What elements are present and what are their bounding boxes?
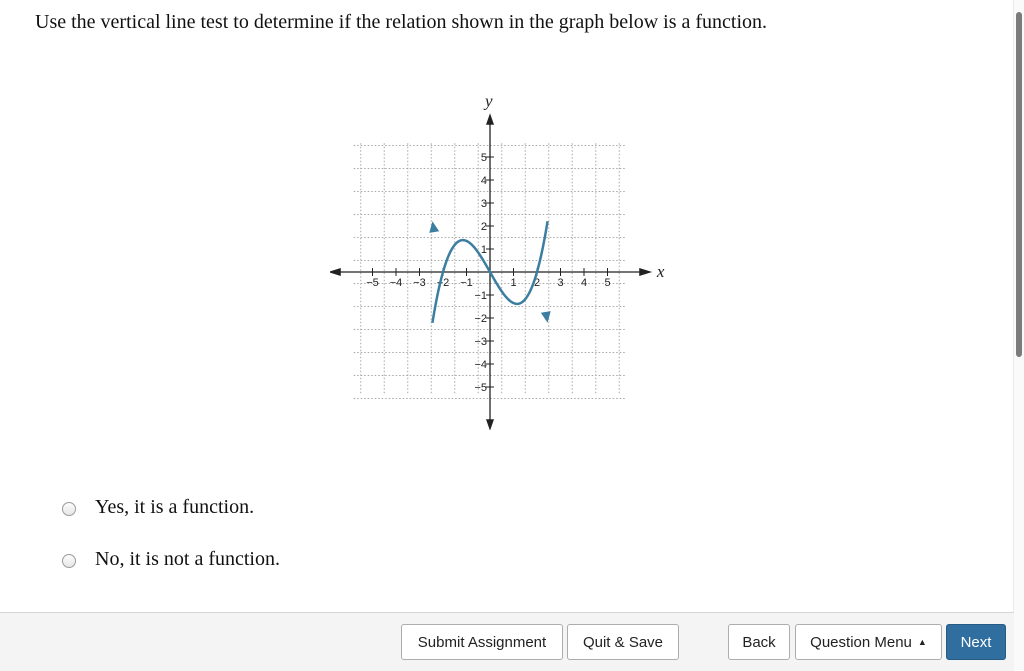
- x-tick-label: 3: [557, 277, 563, 289]
- y-tick-label: 3: [481, 198, 487, 210]
- curve-arrow-down: [429, 221, 440, 233]
- x-tick-label: −4: [390, 277, 403, 289]
- y-tick-label: −4: [474, 359, 487, 371]
- y-axis-arrow-up: [486, 113, 494, 125]
- y-tick-label: 1: [481, 244, 487, 256]
- quit-save-label: Quit & Save: [582, 633, 664, 651]
- radio-no[interactable]: [62, 554, 76, 568]
- x-axis-arrow-right: [639, 268, 653, 276]
- y-axis-arrow-down: [486, 419, 494, 430]
- y-tick-label: −1: [474, 290, 487, 302]
- question-menu-label: Question Menu: [810, 633, 912, 651]
- radio-yes[interactable]: [62, 502, 76, 516]
- y-tick-label: −2: [474, 313, 487, 325]
- next-label: Next: [960, 633, 992, 651]
- y-tick-label: −3: [474, 336, 487, 348]
- submit-assignment-label: Submit Assignment: [417, 633, 547, 651]
- footer-toolbar: Submit Assignment Quit & Save Back Quest…: [0, 612, 1014, 671]
- x-tick-label: −1: [460, 277, 473, 289]
- x-axis-label: x: [656, 262, 665, 281]
- curve-arrow-up: [540, 311, 551, 323]
- choice-no[interactable]: No, it is not a function.: [62, 547, 280, 571]
- question-text: Use the vertical line test to determine …: [35, 11, 768, 33]
- submit-assignment-button[interactable]: Submit Assignment: [401, 624, 563, 660]
- vertical-scrollbar[interactable]: [1013, 0, 1024, 670]
- y-tick-label: 2: [481, 221, 487, 233]
- x-tick-label: −3: [413, 277, 426, 289]
- x-tick-label: 5: [604, 277, 610, 289]
- y-tick-label: 4: [481, 175, 487, 187]
- question-menu-button[interactable]: Question Menu ▲: [795, 624, 942, 660]
- quit-save-button[interactable]: Quit & Save: [567, 624, 679, 660]
- x-axis-arrow-left: [330, 268, 341, 276]
- coordinate-graph: xy −5 −4 −3 −2 −1 1 2 3 4 5 5 4 3 2 1 −1 −2 −3 −4 −5: [330, 85, 670, 430]
- y-tick-label: 5: [481, 152, 487, 164]
- x-tick-label: 4: [581, 277, 587, 289]
- back-label: Back: [742, 633, 776, 651]
- scrollbar-thumb[interactable]: [1016, 12, 1022, 357]
- x-tick-label: −5: [366, 277, 379, 289]
- tick-labels: −5 −4 −3 −2 −1 1 2 3 4 554321−1−2−3−4−5: [366, 152, 610, 394]
- choice-yes-label: Yes, it is a function.: [95, 496, 255, 518]
- next-button[interactable]: Next: [946, 624, 1006, 660]
- choice-yes[interactable]: Yes, it is a function.: [62, 495, 254, 519]
- choice-no-label: No, it is not a function.: [95, 548, 280, 570]
- y-axis-label: y: [483, 91, 493, 110]
- y-tick-label: −5: [474, 382, 487, 394]
- back-button[interactable]: Back: [728, 624, 790, 660]
- x-tick-label: 1: [510, 277, 516, 289]
- caret-up-icon: ▲: [917, 637, 927, 647]
- graph-svg: xy −5 −4 −3 −2 −1 1 2 3 4 554321−1−2−3−4−5: [330, 91, 665, 430]
